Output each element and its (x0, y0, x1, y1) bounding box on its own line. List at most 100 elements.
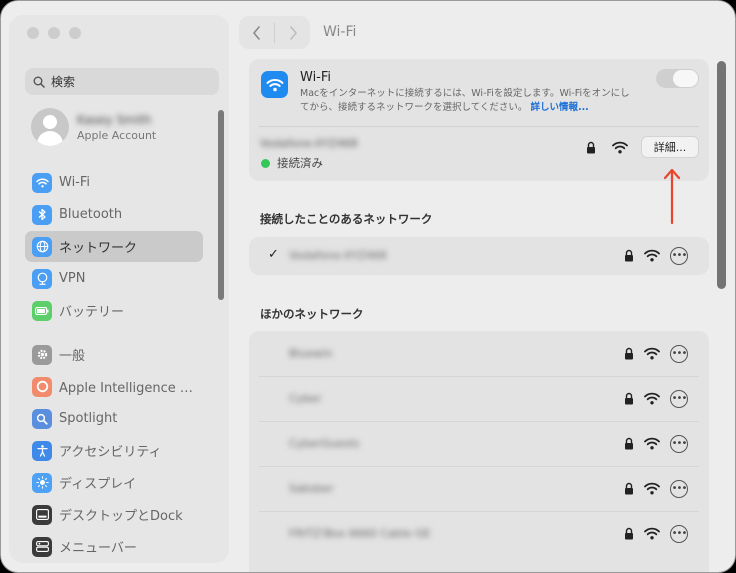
sidebar-item-label: VPN (59, 271, 86, 286)
accessibility-icon (32, 440, 52, 461)
battery-icon (32, 300, 52, 321)
network-name: Vodafone-XYZ468 (289, 249, 387, 262)
wifi-toggle[interactable] (656, 69, 699, 88)
account-name: Kasey Smith (77, 112, 152, 127)
spotlight-icon (32, 408, 52, 429)
more-options-icon[interactable]: ••• (670, 389, 688, 408)
current-network-name: Vodafone-XYZ468 (260, 137, 358, 150)
sidebar-item-label: ディスプレイ (59, 477, 137, 492)
sidebar-item-label: Wi-Fi (59, 175, 91, 190)
sidebar-item-display[interactable]: ディスプレイ (25, 467, 203, 498)
sidebar-item-label: Bluetooth (59, 207, 123, 222)
wifi-signal-icon (644, 347, 660, 364)
network-name: Sabsber (289, 481, 334, 495)
other-networks-title: ほかのネットワーク (260, 307, 364, 321)
sidebar-item-label: アクセシビリティ (59, 445, 162, 460)
network-row[interactable]: CyberGuests ••• (249, 421, 709, 466)
account-subtitle: Apple Account (77, 128, 157, 142)
apple-intelligence-icon (32, 376, 52, 397)
wifi-card: Wi-Fi Macをインターネットに接続するには、Wi-Fiを設定します。Wi-… (249, 59, 709, 181)
learn-more-link[interactable]: 詳しい情報... (530, 102, 588, 113)
more-options-icon[interactable]: ••• (670, 247, 688, 265)
more-options-icon[interactable]: ••• (670, 479, 688, 498)
network-name: Bluewin (289, 346, 333, 360)
status-dot (261, 158, 270, 168)
window-controls (27, 27, 81, 39)
sidebar-item-label: Apple Intelligence と… (59, 381, 203, 396)
network-row[interactable]: Bluewin ••• (249, 331, 709, 376)
wifi-signal-icon (644, 392, 660, 409)
lock-icon (624, 527, 634, 544)
zoom-button[interactable] (69, 27, 81, 39)
sidebar-item-vpn[interactable]: VPN (25, 263, 203, 294)
network-row[interactable]: ✓ Vodafone-XYZ468 ••• (249, 237, 709, 275)
nav-buttons (239, 16, 310, 49)
more-options-icon[interactable]: ••• (670, 344, 688, 363)
wifi-signal-icon (644, 482, 660, 499)
chevron-right-icon (289, 25, 297, 40)
lock-icon (587, 141, 595, 154)
wifi-icon (32, 172, 52, 193)
wifi-description: Macをインターネットに接続するには、Wi-Fiを設定します。Wi-Fiをオンに… (300, 87, 630, 115)
display-icon (32, 472, 52, 493)
details-button[interactable]: 詳細... (641, 136, 699, 158)
status-text: 接続済み (277, 156, 323, 170)
sidebar-item-label: デスクトップとDock (59, 509, 183, 524)
wifi-signal-icon (644, 437, 660, 454)
network-name: FRITZ!Box 6660 Cable GE (289, 526, 431, 540)
sidebar-item-bluetooth[interactable]: Bluetooth (25, 199, 203, 230)
lock-icon (624, 347, 634, 364)
known-networks-title: 接続したことのあるネットワーク (260, 212, 433, 226)
globe-icon (32, 236, 52, 257)
network-name: Cyber (289, 391, 322, 405)
wifi-title: Wi-Fi (300, 70, 332, 85)
sidebar: 検索 Kasey Smith Apple Account Wi-Fi Blueto… (9, 15, 229, 563)
known-networks-card: ✓ Vodafone-XYZ468 ••• (249, 237, 709, 275)
sidebar-scrollbar[interactable] (218, 110, 224, 300)
back-button[interactable] (239, 16, 274, 49)
sidebar-item-label: 一般 (59, 349, 86, 364)
search-placeholder: 検索 (51, 75, 76, 89)
account-item[interactable]: Kasey Smith Apple Account (31, 108, 156, 146)
wifi-signal-icon (612, 141, 628, 154)
sidebar-item-spotlight[interactable]: Spotlight (25, 403, 203, 434)
network-row[interactable]: Cyber ••• (249, 376, 709, 421)
sidebar-item-gear[interactable]: 一般 (25, 339, 203, 370)
network-row[interactable]: FRITZ!Box 6660 Cable GE ••• (249, 511, 709, 556)
more-options-icon[interactable]: ••• (670, 524, 688, 543)
lock-icon (624, 249, 634, 266)
vpn-icon (32, 268, 52, 289)
forward-button[interactable] (275, 16, 310, 49)
main-scrollbar[interactable] (717, 61, 726, 289)
sidebar-item-label: ネットワーク (59, 241, 138, 256)
close-button[interactable] (27, 27, 39, 39)
sidebar-item-apple-intelligence[interactable]: Apple Intelligence と… (25, 371, 203, 402)
other-networks-card: Bluewin ••• Cyber ••• CyberGuests ••• Sabsber •… (249, 331, 709, 572)
wifi-signal-icon (644, 249, 660, 266)
network-row[interactable]: Sabsber ••• (249, 466, 709, 511)
sidebar-item-dock[interactable]: デスクトップとDock (25, 499, 203, 530)
search-input[interactable]: 検索 (25, 68, 219, 95)
connection-status: 接続済み (261, 155, 323, 171)
sidebar-item-label: Spotlight (59, 411, 118, 426)
sidebar-item-label: バッテリー (59, 305, 125, 320)
chevron-left-icon (252, 25, 260, 40)
menubar-icon (32, 536, 52, 557)
lock-icon (624, 437, 634, 454)
sidebar-item-wifi[interactable]: Wi-Fi (25, 167, 203, 198)
sidebar-item-menubar[interactable]: メニューバー (25, 531, 203, 562)
wifi-signal-icon (644, 527, 660, 544)
sidebar-item-accessibility[interactable]: アクセシビリティ (25, 435, 203, 466)
sidebar-item-battery[interactable]: バッテリー (25, 295, 203, 326)
arrow-up-icon (663, 168, 681, 225)
dock-icon (32, 504, 52, 525)
avatar (31, 108, 69, 146)
more-options-icon[interactable]: ••• (670, 434, 688, 453)
search-icon (33, 76, 45, 88)
checkmark-icon: ✓ (268, 247, 279, 262)
gear-icon (32, 344, 52, 365)
settings-window: 検索 Kasey Smith Apple Account Wi-Fi Blueto… (0, 0, 736, 573)
sidebar-item-globe[interactable]: ネットワーク (25, 231, 203, 262)
minimize-button[interactable] (48, 27, 60, 39)
